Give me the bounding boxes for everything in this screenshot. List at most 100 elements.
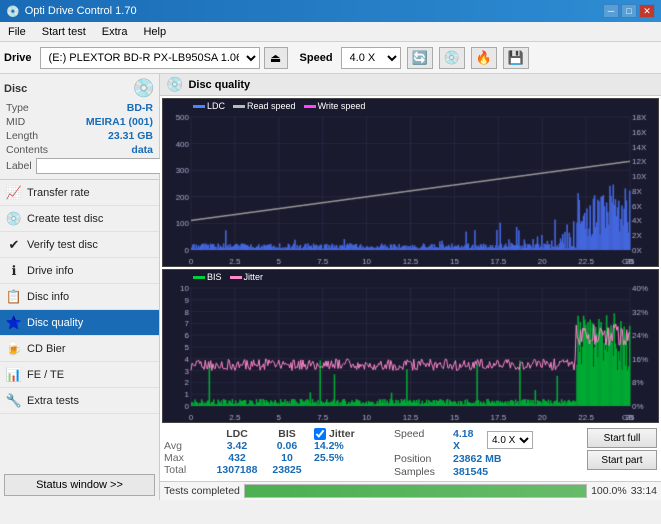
menu-bar: File Start test Extra Help bbox=[0, 22, 661, 42]
cd-bier-icon: 🍺 bbox=[6, 341, 22, 357]
progress-bar bbox=[244, 484, 587, 498]
max-ldc: 432 bbox=[214, 452, 260, 464]
speed-stat-row: 4.18 X 4.0 X bbox=[453, 428, 533, 452]
jitter-checkbox[interactable] bbox=[314, 428, 326, 440]
speed-stat-select[interactable]: 4.0 X bbox=[487, 431, 533, 449]
title-bar-controls: ─ □ ✕ bbox=[603, 4, 655, 18]
ldc-legend: LDC bbox=[193, 101, 225, 111]
disc-section-title: Disc bbox=[4, 83, 27, 95]
total-ldc: 1307188 bbox=[214, 464, 260, 476]
samples-label: Samples bbox=[394, 466, 449, 478]
disc-panel-header: Disc 💿 bbox=[4, 78, 155, 99]
speed-label: Speed bbox=[300, 52, 333, 64]
speed-stat-value: 4.18 X bbox=[453, 428, 483, 452]
status-text: Tests completed bbox=[164, 485, 240, 497]
avg-bis: 0.06 bbox=[264, 440, 310, 452]
refresh-button[interactable]: 🔄 bbox=[407, 47, 433, 69]
title-bar: 💿 Opti Drive Control 1.70 ─ □ ✕ bbox=[0, 0, 661, 22]
disc-panel-icon: 💿 bbox=[133, 78, 155, 99]
jitter-check: Jitter bbox=[314, 428, 384, 440]
sidebar-item-cd-bier[interactable]: 🍺 CD Bier bbox=[0, 336, 159, 362]
main-content: Disc 💿 Type BD-R MID MEIRA1 (001) Length… bbox=[0, 74, 661, 500]
upper-chart-legend: LDC Read speed Write speed bbox=[193, 101, 365, 111]
drive-select[interactable]: (E:) PLEXTOR BD-R PX-LB950SA 1.06 bbox=[40, 47, 260, 69]
upper-chart-canvas bbox=[163, 99, 658, 266]
start-part-button[interactable]: Start part bbox=[587, 450, 657, 470]
sidebar-item-disc-info[interactable]: 📋 Disc info bbox=[0, 284, 159, 310]
progress-time: 33:14 bbox=[631, 485, 657, 497]
jitter-col-label: Jitter bbox=[329, 428, 355, 440]
col-ldc: LDC bbox=[214, 428, 260, 440]
jitter-legend: Jitter bbox=[230, 272, 264, 282]
menu-file[interactable]: File bbox=[0, 22, 34, 41]
app-icon: 💿 bbox=[6, 5, 20, 18]
sidebar-item-transfer-rate[interactable]: 📈 Transfer rate bbox=[0, 180, 159, 206]
sidebar-item-extra-tests[interactable]: 🔧 Extra tests bbox=[0, 388, 159, 414]
disc-contents-row: Contents data bbox=[4, 143, 155, 157]
toolbar: Drive (E:) PLEXTOR BD-R PX-LB950SA 1.06 … bbox=[0, 42, 661, 74]
sidebar: Disc 💿 Type BD-R MID MEIRA1 (001) Length… bbox=[0, 74, 160, 500]
drive-info-icon: ℹ bbox=[6, 263, 22, 279]
create-test-icon: 💿 bbox=[6, 211, 22, 227]
read-speed-legend: Read speed bbox=[233, 101, 296, 111]
disc-info-icon: 📋 bbox=[6, 289, 22, 305]
total-bis: 23825 bbox=[264, 464, 310, 476]
drive-label: Drive bbox=[4, 52, 32, 64]
col-bis: BIS bbox=[264, 428, 310, 440]
extra-tests-icon: 🔧 bbox=[6, 393, 22, 409]
menu-start-test[interactable]: Start test bbox=[34, 22, 94, 41]
burn-button[interactable]: 🔥 bbox=[471, 47, 497, 69]
avg-jitter: 14.2% bbox=[314, 440, 384, 452]
start-full-button[interactable]: Start full bbox=[587, 428, 657, 448]
save-button[interactable]: 💾 bbox=[503, 47, 529, 69]
samples-value: 381545 bbox=[453, 466, 533, 478]
charts-area: LDC Read speed Write speed bbox=[160, 96, 661, 425]
start-buttons: Start full Start part bbox=[587, 428, 657, 470]
sidebar-item-create-test-disc[interactable]: 💿 Create test disc bbox=[0, 206, 159, 232]
minimize-button[interactable]: ─ bbox=[603, 4, 619, 18]
sidebar-item-fe-te[interactable]: 📊 FE / TE bbox=[0, 362, 159, 388]
sidebar-item-drive-info[interactable]: ℹ Drive info bbox=[0, 258, 159, 284]
position-value: 23862 MB bbox=[453, 453, 533, 465]
disc-panel: Disc 💿 Type BD-R MID MEIRA1 (001) Length… bbox=[0, 74, 159, 180]
menu-help[interactable]: Help bbox=[135, 22, 174, 41]
bis-legend: BIS bbox=[193, 272, 222, 282]
lower-chart: BIS Jitter bbox=[162, 269, 659, 423]
verify-icon: ✔ bbox=[6, 237, 22, 253]
progress-bar-area: Tests completed 100.0% 33:14 bbox=[160, 481, 661, 500]
lower-chart-legend: BIS Jitter bbox=[193, 272, 263, 282]
disc-mid-row: MID MEIRA1 (001) bbox=[4, 115, 155, 129]
progress-bar-fill bbox=[245, 485, 586, 497]
write-speed-legend: Write speed bbox=[304, 101, 366, 111]
sidebar-item-verify-test-disc[interactable]: ✔ Verify test disc bbox=[0, 232, 159, 258]
close-button[interactable]: ✕ bbox=[639, 4, 655, 18]
maximize-button[interactable]: □ bbox=[621, 4, 637, 18]
title-bar-title: 💿 Opti Drive Control 1.70 bbox=[6, 5, 137, 18]
stats-table-area: LDC BIS Jitter Avg 3.42 0.06 14.2% Max 4… bbox=[164, 428, 384, 476]
disc-label-row: Label 🏷 bbox=[4, 157, 155, 175]
lower-chart-canvas bbox=[163, 270, 658, 422]
upper-chart: LDC Read speed Write speed bbox=[162, 98, 659, 267]
row-avg-label: Avg bbox=[164, 440, 210, 452]
disc-length-row: Length 23.31 GB bbox=[4, 129, 155, 143]
disc-quality-icon: ⭐ bbox=[6, 315, 22, 331]
sidebar-item-disc-quality[interactable]: ⭐ Disc quality bbox=[0, 310, 159, 336]
speed-stat-label: Speed bbox=[394, 428, 449, 452]
position-label: Position bbox=[394, 453, 449, 465]
disc-quality-header: 💿 Disc quality bbox=[160, 74, 661, 96]
transfer-rate-icon: 📈 bbox=[6, 185, 22, 201]
menu-extra[interactable]: Extra bbox=[94, 22, 136, 41]
eject-button[interactable]: ⏏ bbox=[264, 47, 288, 69]
speed-select[interactable]: 4.0 X bbox=[341, 47, 401, 69]
status-window-button[interactable]: Status window >> bbox=[4, 474, 155, 496]
row-total-label: Total bbox=[164, 464, 210, 476]
progress-percent: 100.0% bbox=[591, 485, 627, 497]
stats-row: LDC BIS Jitter Avg 3.42 0.06 14.2% Max 4… bbox=[160, 425, 661, 481]
label-input[interactable] bbox=[36, 158, 174, 174]
fe-te-icon: 📊 bbox=[6, 367, 22, 383]
content-area: 💿 Disc quality LDC Read speed bbox=[160, 74, 661, 500]
disc-type-row: Type BD-R bbox=[4, 101, 155, 115]
dq-header-icon: 💿 bbox=[166, 76, 183, 93]
disc-button[interactable]: 💿 bbox=[439, 47, 465, 69]
max-jitter: 25.5% bbox=[314, 452, 384, 464]
